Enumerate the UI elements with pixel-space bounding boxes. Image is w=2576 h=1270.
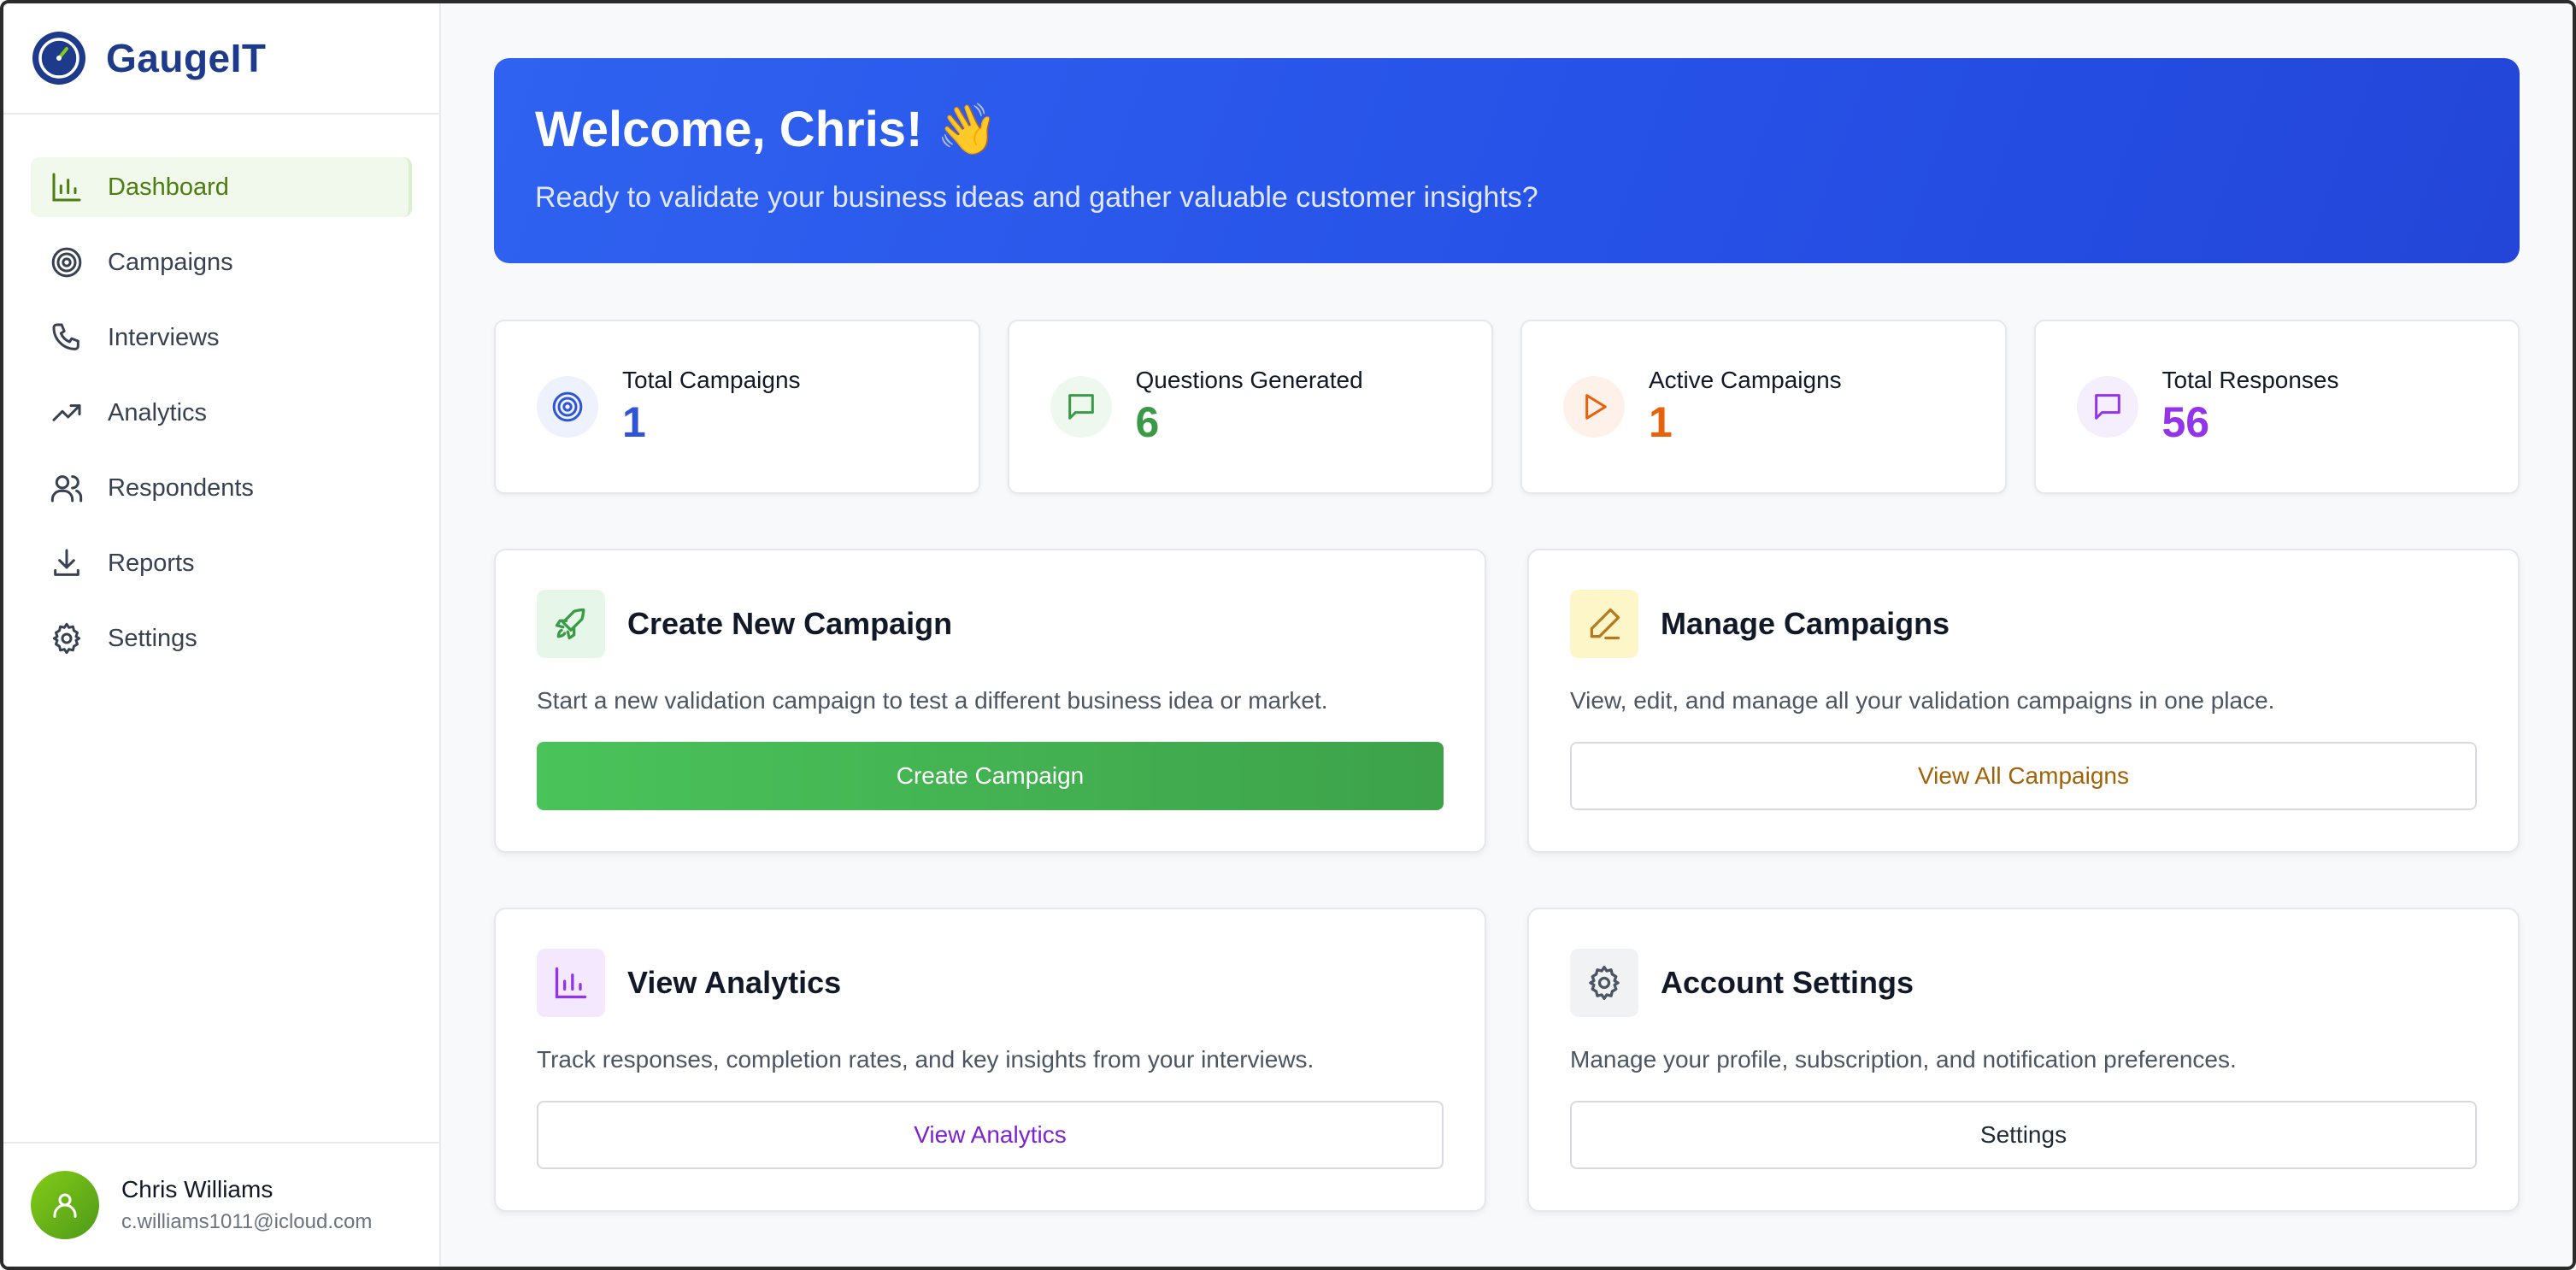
sidebar-item-campaigns[interactable]: Campaigns bbox=[31, 232, 412, 292]
stat-active-campaigns: Active Campaigns 1 bbox=[1520, 320, 2007, 494]
sidebar: GaugeIT Dashboard Campaigns Interviews A… bbox=[3, 3, 441, 1267]
stat-label: Active Campaigns bbox=[1649, 367, 1842, 393]
card-description: View, edit, and manage all your validati… bbox=[1570, 687, 2275, 714]
card-description: Start a new validation campaign to test … bbox=[537, 687, 1328, 714]
sidebar-item-label: Respondents bbox=[108, 473, 254, 502]
welcome-subtitle: Ready to validate your business ideas an… bbox=[535, 181, 1538, 214]
gear-icon bbox=[1570, 949, 1638, 1017]
sidebar-item-reports[interactable]: Reports bbox=[31, 533, 412, 593]
bar-chart-icon bbox=[537, 949, 605, 1017]
phone-icon bbox=[52, 323, 79, 350]
card-title: Create New Campaign bbox=[627, 606, 953, 641]
card-create-campaign: Create New Campaign Start a new validati… bbox=[494, 549, 1486, 853]
sidebar-item-label: Campaigns bbox=[108, 248, 233, 276]
trending-up-icon bbox=[52, 404, 81, 421]
app-window: GaugeIT Dashboard Campaigns Interviews A… bbox=[0, 0, 2576, 1270]
brand-name: GaugeIT bbox=[106, 36, 267, 80]
sidebar-nav: Dashboard Campaigns Interviews Analytics bbox=[3, 115, 439, 668]
target-icon bbox=[537, 376, 598, 438]
stat-label: Questions Generated bbox=[1135, 367, 1363, 393]
brand[interactable]: GaugeIT bbox=[3, 3, 439, 115]
pencil-icon bbox=[1570, 590, 1638, 658]
user-email: c.williams1011@icloud.com bbox=[121, 1210, 373, 1233]
sidebar-item-dashboard[interactable]: Dashboard bbox=[31, 157, 412, 217]
card-description: Manage your profile, subscription, and n… bbox=[1570, 1046, 2237, 1073]
welcome-banner: Welcome, Chris! 👋 Ready to validate your… bbox=[494, 58, 2520, 263]
card-title: Manage Campaigns bbox=[1661, 606, 1950, 641]
settings-button[interactable]: Settings bbox=[1570, 1101, 2477, 1169]
card-description: Track responses, completion rates, and k… bbox=[537, 1046, 1314, 1073]
user-icon bbox=[53, 1193, 77, 1218]
sidebar-item-label: Dashboard bbox=[108, 173, 229, 201]
stat-value: 1 bbox=[622, 398, 646, 446]
card-title: View Analytics bbox=[627, 965, 842, 1000]
users-icon bbox=[50, 475, 83, 503]
view-analytics-button[interactable]: View Analytics bbox=[537, 1101, 1444, 1169]
main-content: Welcome, Chris! 👋 Ready to validate your… bbox=[441, 3, 2573, 1267]
view-all-campaigns-button[interactable]: View All Campaigns bbox=[1570, 742, 2477, 810]
card-view-analytics: View Analytics Track responses, completi… bbox=[494, 908, 1486, 1212]
avatar bbox=[31, 1171, 99, 1239]
sidebar-item-label: Interviews bbox=[108, 323, 220, 351]
gauge-logo-icon bbox=[32, 32, 85, 85]
stat-total-responses: Total Responses 56 bbox=[2033, 320, 2520, 494]
card-manage-campaigns: Manage Campaigns View, edit, and manage … bbox=[1527, 549, 2520, 853]
message-square-icon bbox=[2076, 376, 2138, 438]
card-title: Account Settings bbox=[1661, 965, 1914, 1000]
rocket-icon bbox=[537, 590, 605, 658]
target-icon bbox=[51, 247, 82, 278]
stat-value: 1 bbox=[1649, 398, 1673, 446]
action-cards: Create New Campaign Start a new validati… bbox=[494, 549, 2520, 1212]
gear-icon bbox=[52, 622, 81, 655]
stat-questions-generated: Questions Generated 6 bbox=[1007, 320, 1493, 494]
stat-value: 6 bbox=[1135, 398, 1160, 446]
sidebar-item-respondents[interactable]: Respondents bbox=[31, 458, 412, 518]
user-profile[interactable]: Chris Williams c.williams1011@icloud.com bbox=[3, 1142, 439, 1267]
play-icon bbox=[1563, 376, 1625, 438]
download-icon bbox=[54, 549, 79, 576]
user-name: Chris Williams bbox=[121, 1176, 273, 1202]
welcome-title: Welcome, Chris! 👋 bbox=[535, 102, 998, 157]
card-account-settings: Account Settings Manage your profile, su… bbox=[1527, 908, 2520, 1212]
sidebar-item-label: Reports bbox=[108, 549, 195, 577]
sidebar-item-label: Settings bbox=[108, 624, 197, 652]
sidebar-item-label: Analytics bbox=[108, 398, 208, 426]
stat-total-campaigns: Total Campaigns 1 bbox=[494, 320, 980, 494]
sidebar-item-interviews[interactable]: Interviews bbox=[31, 308, 412, 367]
create-campaign-button[interactable]: Create Campaign bbox=[537, 742, 1444, 810]
stat-label: Total Responses bbox=[2161, 367, 2339, 393]
message-square-icon bbox=[1050, 376, 1112, 438]
sidebar-item-settings[interactable]: Settings bbox=[31, 609, 412, 668]
bar-chart-icon bbox=[52, 173, 81, 202]
sidebar-item-analytics[interactable]: Analytics bbox=[31, 383, 412, 443]
stat-value: 56 bbox=[2161, 398, 2210, 446]
stat-label: Total Campaigns bbox=[622, 367, 801, 393]
stats-row: Total Campaigns 1 Questions Generated 6 bbox=[494, 320, 2520, 494]
